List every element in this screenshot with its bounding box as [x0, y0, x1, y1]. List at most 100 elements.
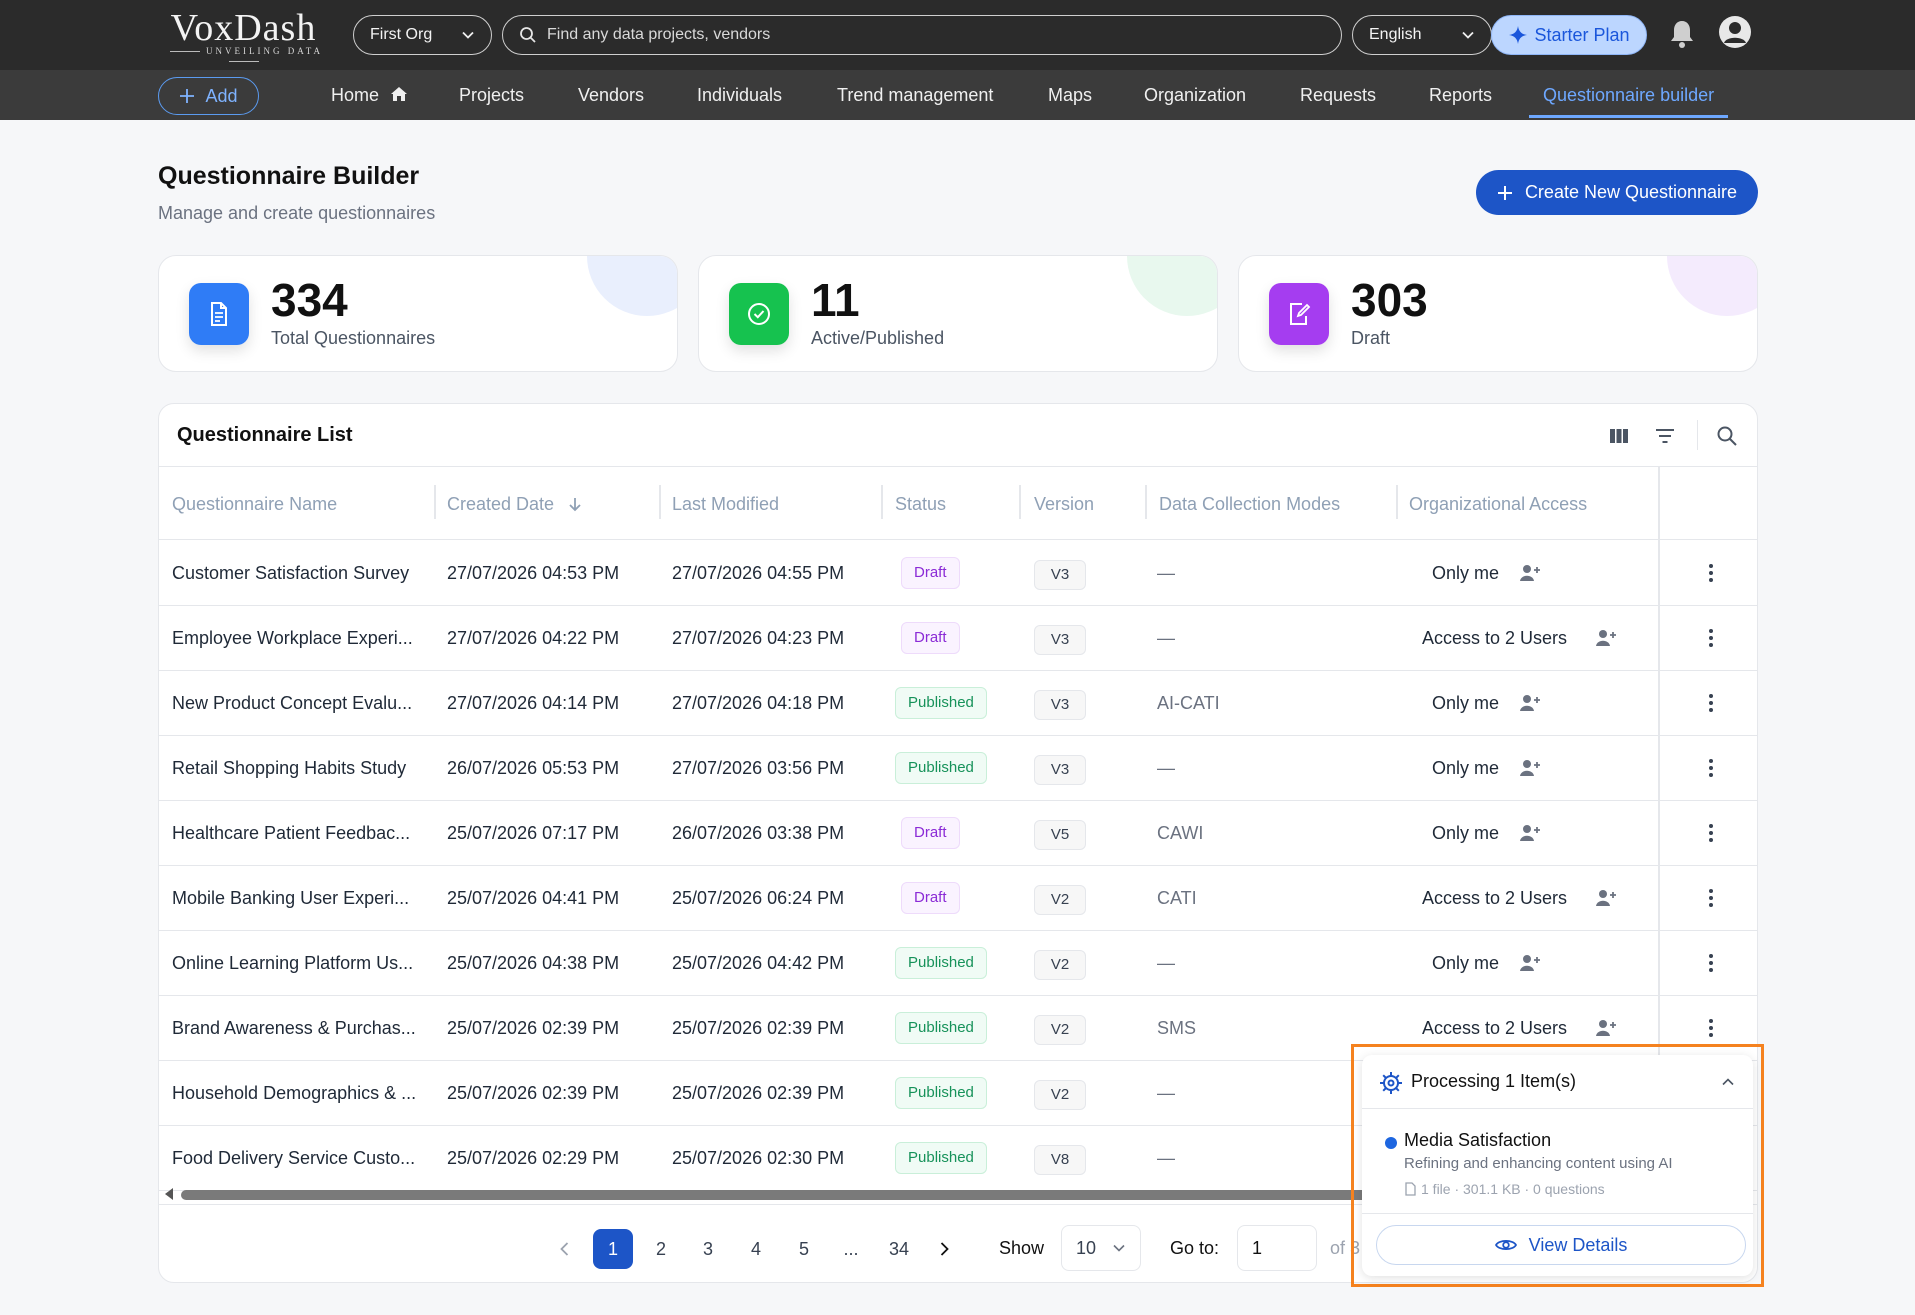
add-button[interactable]: Add [158, 77, 259, 115]
chevron-right-icon[interactable] [934, 1239, 954, 1259]
stat-draft-value: 303 [1351, 274, 1428, 326]
bell-icon[interactable] [1668, 18, 1696, 50]
search-icon[interactable] [1715, 424, 1739, 448]
more-options-icon[interactable] [1699, 821, 1723, 845]
cell-data-collection-mode: — [1157, 953, 1175, 973]
toolbar-divider [1697, 420, 1698, 450]
table-row[interactable]: Customer Satisfaction Survey 27/07/2026 0… [159, 541, 1757, 606]
table-row[interactable]: New Product Concept Evalu... 27/07/2026 0… [159, 671, 1757, 736]
col-status[interactable]: Status [895, 467, 946, 541]
language-select[interactable]: English [1352, 15, 1492, 55]
columns-icon[interactable] [1607, 424, 1631, 448]
col-created-date[interactable]: Created Date [447, 467, 583, 541]
goto-page-input[interactable] [1237, 1225, 1317, 1271]
plus-icon [180, 89, 195, 103]
scroll-left-arrow[interactable] [165, 1188, 173, 1200]
table-header: Questionnaire Name Created Date Last Mod… [159, 466, 1757, 541]
cell-questionnaire-name[interactable]: Online Learning Platform Us... [172, 931, 413, 996]
col-questionnaire-name[interactable]: Questionnaire Name [172, 467, 337, 541]
col-organizational-access[interactable]: Organizational Access [1409, 467, 1587, 541]
page-1[interactable]: 1 [593, 1229, 633, 1269]
starter-plan-button[interactable]: Starter Plan [1491, 15, 1647, 55]
processing-panel: Processing 1 Item(s) Media Satisfaction … [1362, 1055, 1753, 1276]
page-ellipsis[interactable]: ... [831, 1229, 871, 1269]
cell-questionnaire-name[interactable]: New Product Concept Evalu... [172, 671, 412, 736]
cell-questionnaire-name[interactable]: Employee Workplace Experi... [172, 606, 413, 671]
table-row[interactable]: Online Learning Platform Us... 25/07/2026… [159, 931, 1757, 996]
nav-maps[interactable]: Maps [1048, 70, 1092, 120]
nav-questionnaire-builder[interactable]: Questionnaire builder [1528, 70, 1729, 120]
nav-requests[interactable]: Requests [1300, 70, 1376, 120]
search-input[interactable] [547, 26, 1307, 44]
col-data-collection-modes[interactable]: Data Collection Modes [1159, 467, 1340, 541]
nav-organization[interactable]: Organization [1144, 70, 1246, 120]
list-title: Questionnaire List [177, 424, 353, 446]
nav-vendors[interactable]: Vendors [578, 70, 644, 120]
cell-questionnaire-name[interactable]: Mobile Banking User Experi... [172, 866, 409, 931]
nav-projects[interactable]: Projects [459, 70, 524, 120]
chevron-up-icon[interactable] [1721, 1075, 1735, 1089]
col-version[interactable]: Version [1034, 467, 1094, 541]
nav-reports[interactable]: Reports [1429, 70, 1492, 120]
document-icon [189, 283, 249, 345]
cell-questionnaire-name[interactable]: Retail Shopping Habits Study [172, 736, 406, 801]
page-5[interactable]: 5 [784, 1229, 824, 1269]
more-options-icon[interactable] [1699, 626, 1723, 650]
chevron-left-icon[interactable] [555, 1239, 575, 1259]
more-options-icon[interactable] [1699, 561, 1723, 585]
status-badge: Published [895, 1077, 987, 1109]
cell-questionnaire-name[interactable]: Food Delivery Service Custo... [172, 1126, 415, 1191]
voxdash-logo[interactable]: VoxDash UNVEILING DATA [156, 6, 331, 60]
cell-questionnaire-name[interactable]: Household Demographics & ... [172, 1061, 416, 1126]
create-questionnaire-button[interactable]: Create New Questionnaire [1476, 170, 1758, 215]
cell-created-date: 25/07/2026 04:41 PM [447, 888, 620, 908]
add-user-icon[interactable] [1595, 888, 1617, 908]
more-options-icon[interactable] [1699, 1016, 1723, 1040]
page-title: Questionnaire Builder [158, 162, 420, 190]
add-user-icon[interactable] [1595, 1018, 1617, 1038]
logo-wordmark: VoxDash [170, 7, 317, 49]
filter-icon[interactable] [1653, 424, 1677, 448]
more-options-icon[interactable] [1699, 886, 1723, 910]
cell-organizational-access: Only me [1432, 823, 1500, 843]
processing-item-meta: 1 file · 301.1 KB · 0 questions [1404, 1181, 1605, 1197]
add-user-icon[interactable] [1519, 563, 1541, 583]
nav-trend-management[interactable]: Trend management [837, 70, 993, 120]
user-avatar-icon[interactable] [1718, 15, 1752, 49]
table-row[interactable]: Healthcare Patient Feedbac... 25/07/2026 … [159, 801, 1757, 866]
table-row[interactable]: Employee Workplace Experi... 27/07/2026 0… [159, 606, 1757, 671]
page-4[interactable]: 4 [736, 1229, 776, 1269]
cell-last-modified: 25/07/2026 02:39 PM [672, 1083, 845, 1103]
cell-created-date: 25/07/2026 02:29 PM [447, 1148, 620, 1168]
cell-organizational-access: Only me [1432, 758, 1500, 778]
more-options-icon[interactable] [1699, 756, 1723, 780]
page-size-select[interactable]: 10 [1061, 1225, 1141, 1271]
page-34[interactable]: 34 [879, 1229, 919, 1269]
page-3[interactable]: 3 [688, 1229, 728, 1269]
nav-home[interactable]: Home [331, 70, 408, 120]
more-options-icon[interactable] [1699, 951, 1723, 975]
cell-data-collection-mode: AI-CATI [1157, 693, 1220, 713]
nav-individuals[interactable]: Individuals [697, 70, 782, 120]
add-user-icon[interactable] [1519, 953, 1541, 973]
cell-last-modified: 27/07/2026 04:23 PM [672, 628, 845, 648]
page-2[interactable]: 2 [641, 1229, 681, 1269]
version-badge: V5 [1034, 820, 1086, 850]
add-user-icon[interactable] [1519, 758, 1541, 778]
table-row[interactable]: Retail Shopping Habits Study 26/07/2026 0… [159, 736, 1757, 801]
col-last-modified[interactable]: Last Modified [672, 467, 779, 541]
global-search[interactable] [502, 15, 1342, 55]
create-label: Create New Questionnaire [1524, 182, 1738, 202]
add-user-icon[interactable] [1595, 628, 1617, 648]
add-user-icon[interactable] [1519, 823, 1541, 843]
more-options-icon[interactable] [1699, 691, 1723, 715]
cell-questionnaire-name[interactable]: Customer Satisfaction Survey [172, 541, 409, 606]
table-row[interactable]: Mobile Banking User Experi... 25/07/2026 … [159, 866, 1757, 931]
processing-header[interactable]: Processing 1 Item(s) [1362, 1055, 1753, 1109]
add-user-icon[interactable] [1519, 693, 1541, 713]
cell-questionnaire-name[interactable]: Healthcare Patient Feedbac... [172, 801, 410, 866]
cell-questionnaire-name[interactable]: Brand Awareness & Purchas... [172, 996, 416, 1061]
org-select[interactable]: First Org [353, 15, 492, 55]
stat-published-label: Active/Published [811, 328, 945, 348]
view-details-button[interactable]: View Details [1376, 1225, 1746, 1265]
